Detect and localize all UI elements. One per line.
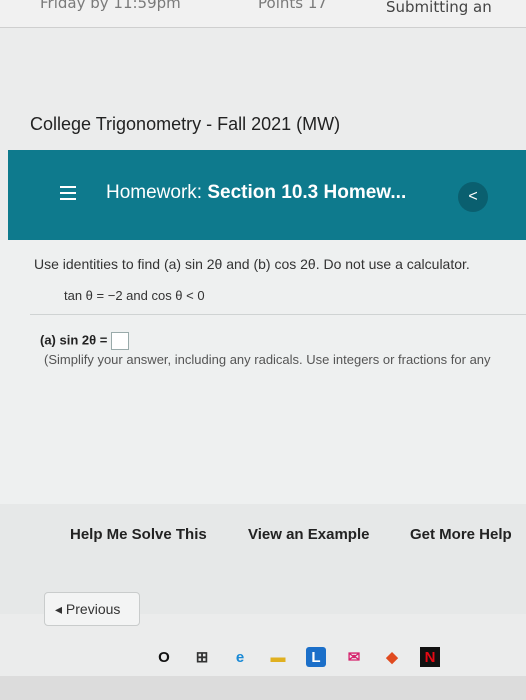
- menu-icon[interactable]: [60, 186, 76, 200]
- homework-banner: Homework: Section 10.3 Homew... <: [8, 150, 526, 240]
- page: College Trigonometry - Fall 2021 (MW) Ho…: [0, 28, 526, 700]
- edge-icon[interactable]: e: [230, 647, 250, 667]
- get-more-help-button[interactable]: Get More Help: [410, 526, 512, 543]
- answer-input[interactable]: [110, 332, 129, 350]
- submitting-text: Submitting an: [386, 0, 492, 16]
- taskbar: O ⊞ e ▬ L ✉ ◆ N: [140, 638, 526, 676]
- given-conditions: tan θ = −2 and cos θ < 0: [64, 288, 205, 303]
- homework-prefix: Homework:: [106, 182, 203, 203]
- search-icon[interactable]: O: [154, 647, 174, 667]
- bottom-band: [0, 676, 526, 700]
- help-me-solve-button[interactable]: Help Me Solve This: [70, 526, 207, 543]
- homework-title: Homework: Section 10.3 Homew...: [106, 182, 406, 204]
- part-a: (a) sin 2θ =: [40, 332, 129, 350]
- previous-button[interactable]: ◂ Previous: [44, 592, 140, 626]
- points-text: Points 17: [258, 0, 327, 12]
- due-text: Friday by 11:59pm: [40, 0, 181, 12]
- course-title: College Trigonometry - Fall 2021 (MW): [30, 114, 341, 134]
- part-a-label: (a) sin 2θ =: [40, 332, 108, 348]
- question-panel: Use identities to find (a) sin 2θ and (b…: [0, 240, 526, 530]
- back-button[interactable]: <: [458, 182, 488, 212]
- mail-icon[interactable]: ✉: [344, 647, 364, 667]
- task-view-icon[interactable]: ⊞: [192, 647, 212, 667]
- app-l-icon[interactable]: L: [306, 647, 326, 667]
- view-example-button[interactable]: View an Example: [248, 526, 369, 543]
- office-icon[interactable]: ◆: [382, 647, 402, 667]
- answer-hint: (Simplify your answer, including any rad…: [44, 352, 491, 367]
- netflix-icon[interactable]: N: [420, 647, 440, 667]
- status-strip: Friday by 11:59pm Points 17 Submitting a…: [0, 0, 526, 28]
- homework-section-title: Section 10.3 Homew...: [207, 182, 407, 203]
- question-instruction: Use identities to find (a) sin 2θ and (b…: [34, 256, 470, 272]
- divider: [30, 314, 526, 315]
- file-explorer-icon[interactable]: ▬: [268, 647, 288, 667]
